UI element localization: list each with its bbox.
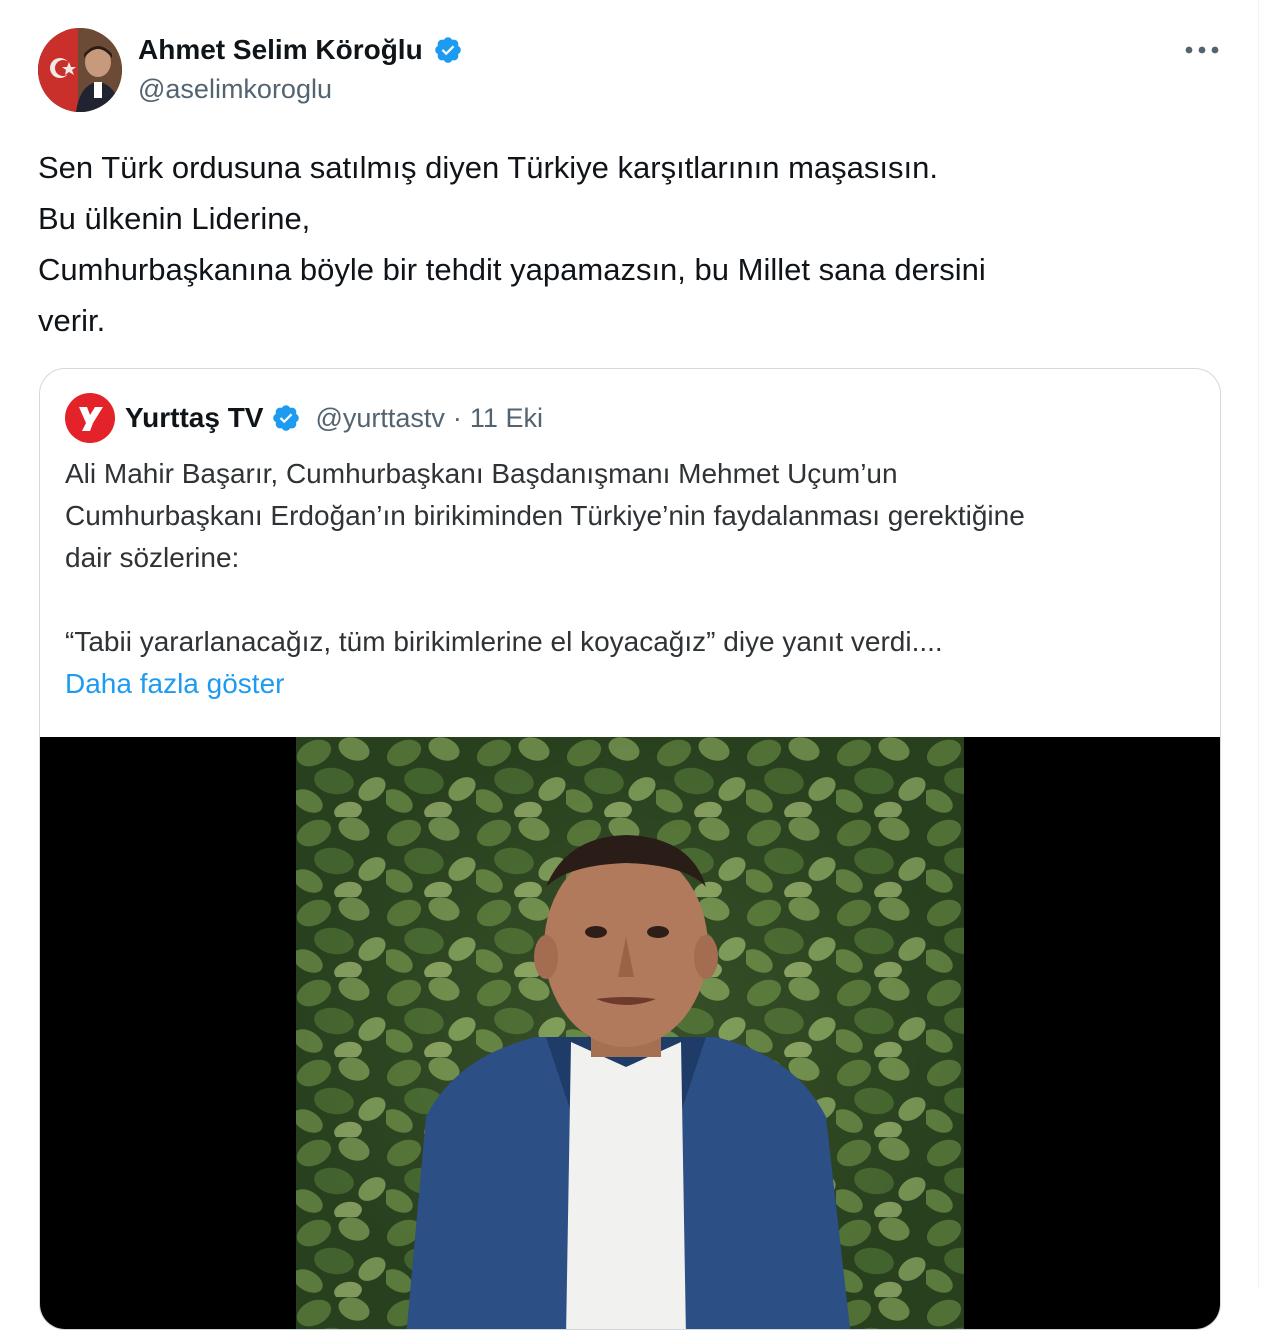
verified-badge-icon[interactable]	[433, 35, 463, 65]
video-thumbnail	[296, 737, 964, 1329]
quoted-text-line: dair sözlerine:	[65, 542, 240, 573]
tweet-card: Ahmet Selim Köroğlu @aselimkoroglu Sen T…	[0, 0, 1259, 1330]
quoted-tweet[interactable]: Yurttaş TV @yurttastv · 11 Eki Ali Mahir…	[39, 368, 1221, 1330]
quoted-text-line: Ali Mahir Başarır, Cumhurbaşkanı Başdanı…	[65, 458, 898, 489]
quoted-handle[interactable]: @yurttastv	[315, 403, 444, 434]
quoted-text-line: Cumhurbaşkanı Erdoğan’ın birikiminden Tü…	[65, 500, 1025, 531]
separator-dot: ·	[452, 402, 462, 433]
quoted-tweet-header: Yurttaş TV @yurttastv · 11 Eki	[65, 393, 543, 443]
quoted-tweet-text: Ali Mahir Başarır, Cumhurbaşkanı Başdanı…	[65, 453, 1195, 705]
yurttas-tv-logo-icon[interactable]	[65, 393, 115, 443]
quoted-verified-badge-icon	[271, 403, 301, 433]
tweet-text-line: Bu ülkenin Liderine,	[38, 201, 311, 236]
author-name-row: Ahmet Selim Köroğlu	[138, 30, 463, 70]
video-player[interactable]	[40, 737, 1220, 1329]
quoted-display-name[interactable]: Yurttaş TV	[125, 402, 263, 434]
tweet-text-line: Sen Türk ordusuna satılmış diyen Türkiye…	[38, 150, 938, 185]
more-options-icon[interactable]	[1180, 32, 1224, 68]
author-handle[interactable]: @aselimkoroglu	[138, 74, 332, 105]
author-avatar[interactable]	[38, 28, 122, 112]
quoted-date[interactable]: 11 Eki	[470, 403, 543, 434]
author-display-name[interactable]: Ahmet Selim Köroğlu	[138, 34, 423, 66]
tweet-text-line: verir.	[38, 303, 106, 338]
tweet-text-line: Cumhurbaşkanına böyle bir tehdit yapamaz…	[38, 252, 986, 287]
tweet-text: Sen Türk ordusuna satılmış diyen Türkiye…	[38, 142, 1218, 346]
show-more-link[interactable]: Daha fazla göster	[65, 663, 284, 705]
quoted-text-line: “Tabii yararlanacağız, tüm birikimlerine…	[65, 626, 943, 657]
